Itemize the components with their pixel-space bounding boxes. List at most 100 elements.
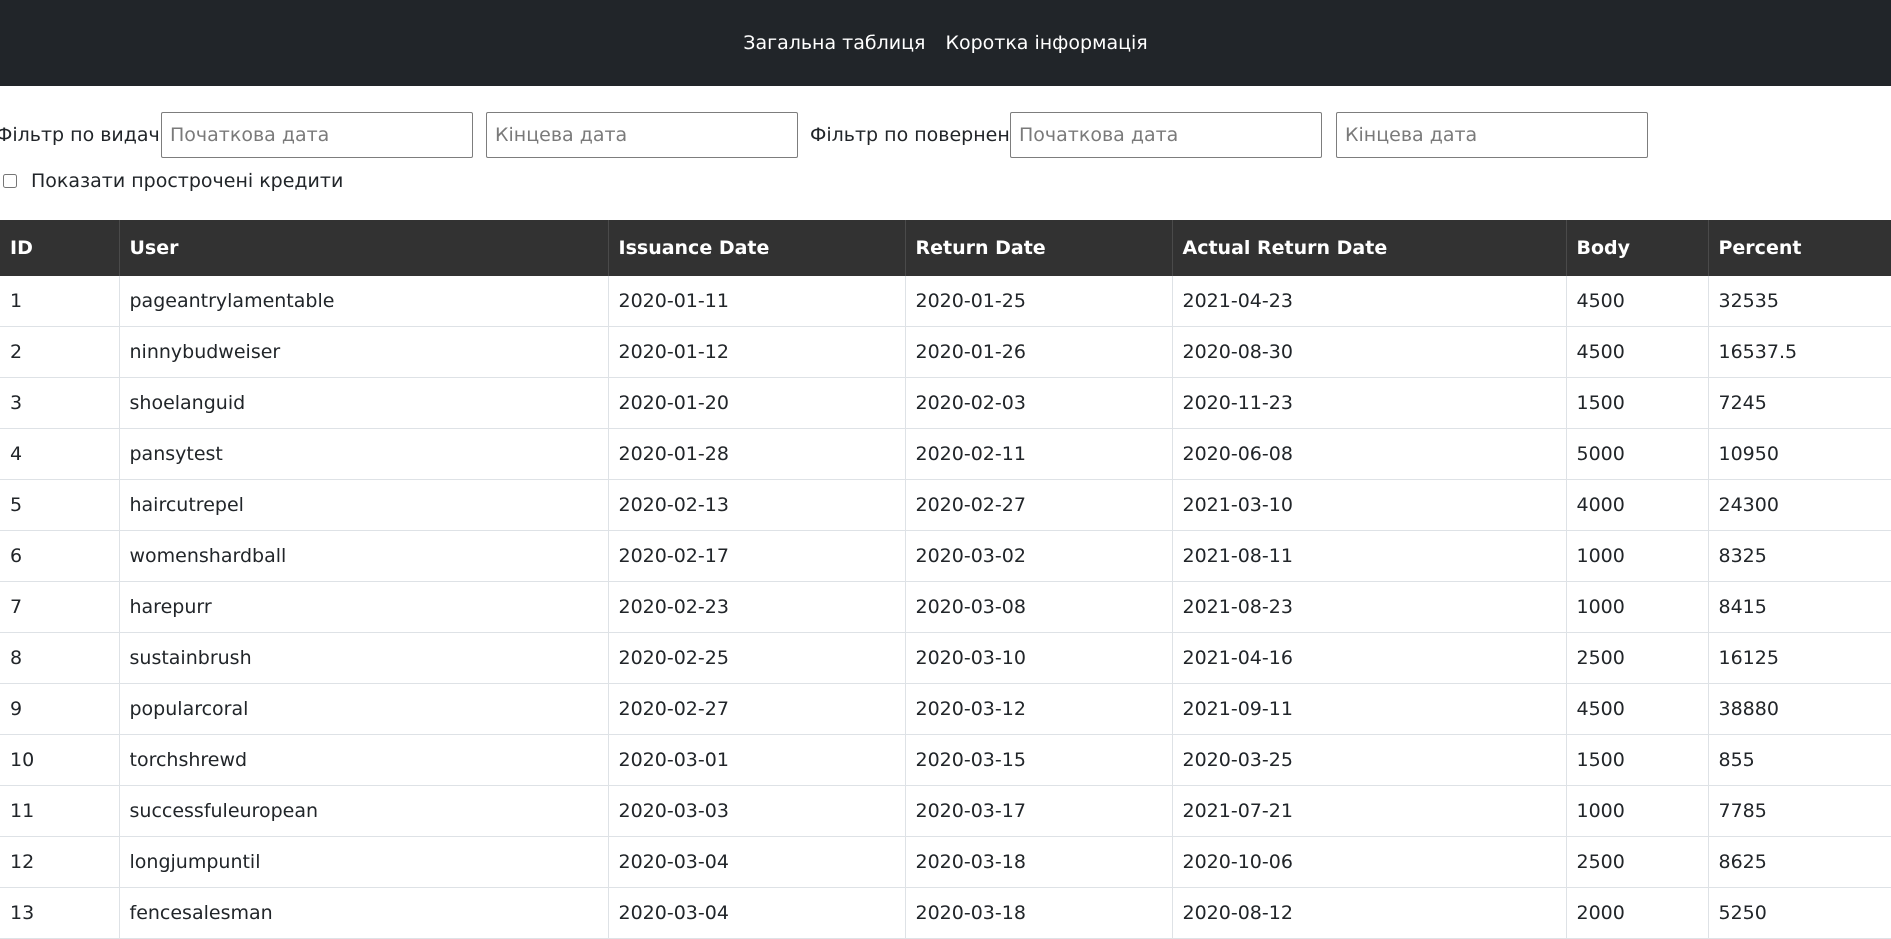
table-header: ID User Issuance Date Return Date Actual Ret…: [0, 220, 1891, 276]
cell-user: successfuleuropean: [118, 785, 608, 837]
cell-actual-return-date: 2020-08-30: [1171, 326, 1566, 378]
cell-body: 1500: [1565, 734, 1708, 786]
cell-user: shoelanguid: [118, 377, 608, 429]
cell-user: torchshrewd: [118, 734, 608, 786]
cell-issuance-date: 2020-02-17: [607, 530, 905, 582]
cell-body: 2500: [1565, 836, 1708, 888]
cell-id: 4: [0, 428, 119, 480]
table-row: 4 pansytest 2020-01-28 2020-02-11 2020-06-08…: [0, 428, 1891, 480]
cell-issuance-date: 2020-03-04: [607, 836, 905, 888]
cell-actual-return-date: 2020-08-12: [1171, 887, 1566, 939]
table-row: 9 popularcoral 2020-02-27 2020-03-12 2021-09…: [0, 683, 1891, 735]
cell-body: 4500: [1565, 683, 1708, 735]
column-header-user: User: [118, 220, 608, 276]
cell-percent: 38880: [1707, 683, 1891, 735]
cell-percent: 8325: [1707, 530, 1891, 582]
table-row: 10 torchshrewd 2020-03-01 2020-03-15 2020-03…: [0, 734, 1891, 786]
cell-actual-return-date: 2020-03-25: [1171, 734, 1566, 786]
table-row: 11 successfuleuropean 2020-03-03 2020-03-17…: [0, 785, 1891, 837]
return-end-date-input[interactable]: [1336, 112, 1648, 158]
cell-id: 3: [0, 377, 119, 429]
cell-percent: 7785: [1707, 785, 1891, 837]
column-header-actual-return-date: Actual Return Date: [1171, 220, 1566, 276]
cell-id: 9: [0, 683, 119, 735]
cell-actual-return-date: 2021-04-23: [1171, 276, 1566, 327]
cell-user: pageantrylamentable: [118, 276, 608, 327]
cell-return-date: 2020-02-27: [904, 479, 1172, 531]
top-navbar: Загальна таблиця Коротка інформація: [0, 0, 1891, 86]
cell-id: 6: [0, 530, 119, 582]
cell-body: 1000: [1565, 581, 1708, 633]
cell-body: 1000: [1565, 530, 1708, 582]
cell-issuance-date: 2020-02-23: [607, 581, 905, 633]
cell-return-date: 2020-03-15: [904, 734, 1172, 786]
cell-body: 4500: [1565, 326, 1708, 378]
cell-actual-return-date: 2020-06-08: [1171, 428, 1566, 480]
cell-id: 2: [0, 326, 119, 378]
issuance-start-date-input[interactable]: [161, 112, 473, 158]
table-row: 3 shoelanguid 2020-01-20 2020-02-03 2020-11-…: [0, 377, 1891, 429]
cell-return-date: 2020-03-12: [904, 683, 1172, 735]
cell-percent: 855: [1707, 734, 1891, 786]
cell-actual-return-date: 2021-08-23: [1171, 581, 1566, 633]
loans-table: ID User Issuance Date Return Date Actual Ret…: [0, 220, 1891, 939]
cell-user: womenshardball: [118, 530, 608, 582]
cell-user: harepurr: [118, 581, 608, 633]
column-header-return-date: Return Date: [904, 220, 1172, 276]
table-row: 6 womenshardball 2020-02-17 2020-03-02 2021-…: [0, 530, 1891, 582]
cell-percent: 16125: [1707, 632, 1891, 684]
table-row: 2 ninnybudweiser 2020-01-12 2020-01-26 2020-…: [0, 326, 1891, 378]
cell-user: pansytest: [118, 428, 608, 480]
cell-body: 4000: [1565, 479, 1708, 531]
nav-link-general-table[interactable]: Загальна таблиця: [743, 32, 925, 54]
cell-body: 2500: [1565, 632, 1708, 684]
cell-return-date: 2020-03-18: [904, 836, 1172, 888]
issuance-filter-label: Фільтр по видачі: [0, 124, 166, 146]
cell-id: 8: [0, 632, 119, 684]
cell-return-date: 2020-02-11: [904, 428, 1172, 480]
cell-return-date: 2020-03-02: [904, 530, 1172, 582]
cell-percent: 5250: [1707, 887, 1891, 939]
cell-id: 11: [0, 785, 119, 837]
cell-user: sustainbrush: [118, 632, 608, 684]
cell-percent: 8415: [1707, 581, 1891, 633]
cell-issuance-date: 2020-02-27: [607, 683, 905, 735]
cell-issuance-date: 2020-01-20: [607, 377, 905, 429]
cell-id: 13: [0, 887, 119, 939]
overdue-filter[interactable]: Показати прострочені кредити: [0, 170, 343, 192]
cell-percent: 24300: [1707, 479, 1891, 531]
overdue-checkbox[interactable]: [3, 174, 17, 188]
overdue-checkbox-label: Показати прострочені кредити: [31, 170, 344, 192]
cell-id: 5: [0, 479, 119, 531]
table-row: 12 longjumpuntil 2020-03-04 2020-03-18 2020-…: [0, 836, 1891, 888]
cell-issuance-date: 2020-02-25: [607, 632, 905, 684]
cell-actual-return-date: 2021-07-21: [1171, 785, 1566, 837]
return-filter-label: Фільтр по повернені: [810, 124, 1016, 146]
cell-id: 7: [0, 581, 119, 633]
column-header-percent: Percent: [1707, 220, 1891, 276]
cell-issuance-date: 2020-01-28: [607, 428, 905, 480]
cell-actual-return-date: 2021-04-16: [1171, 632, 1566, 684]
table-row: 1 pageantrylamentable 2020-01-11 2020-01-25…: [0, 276, 1891, 327]
cell-user: haircutrepel: [118, 479, 608, 531]
issuance-end-date-input[interactable]: [486, 112, 798, 158]
cell-percent: 10950: [1707, 428, 1891, 480]
nav-link-short-info[interactable]: Коротка інформація: [945, 32, 1147, 54]
cell-body: 2000: [1565, 887, 1708, 939]
table-row: 8 sustainbrush 2020-02-25 2020-03-10 2021-04…: [0, 632, 1891, 684]
cell-return-date: 2020-01-25: [904, 276, 1172, 327]
column-header-id: ID: [0, 220, 119, 276]
cell-return-date: 2020-02-03: [904, 377, 1172, 429]
return-start-date-input[interactable]: [1010, 112, 1322, 158]
table-row: 5 haircutrepel 2020-02-13 2020-02-27 2021-03…: [0, 479, 1891, 531]
cell-id: 10: [0, 734, 119, 786]
cell-actual-return-date: 2020-11-23: [1171, 377, 1566, 429]
cell-actual-return-date: 2021-08-11: [1171, 530, 1566, 582]
cell-body: 5000: [1565, 428, 1708, 480]
cell-issuance-date: 2020-01-11: [607, 276, 905, 327]
cell-issuance-date: 2020-03-01: [607, 734, 905, 786]
cell-return-date: 2020-03-17: [904, 785, 1172, 837]
cell-user: longjumpuntil: [118, 836, 608, 888]
column-header-body: Body: [1565, 220, 1708, 276]
cell-issuance-date: 2020-03-03: [607, 785, 905, 837]
